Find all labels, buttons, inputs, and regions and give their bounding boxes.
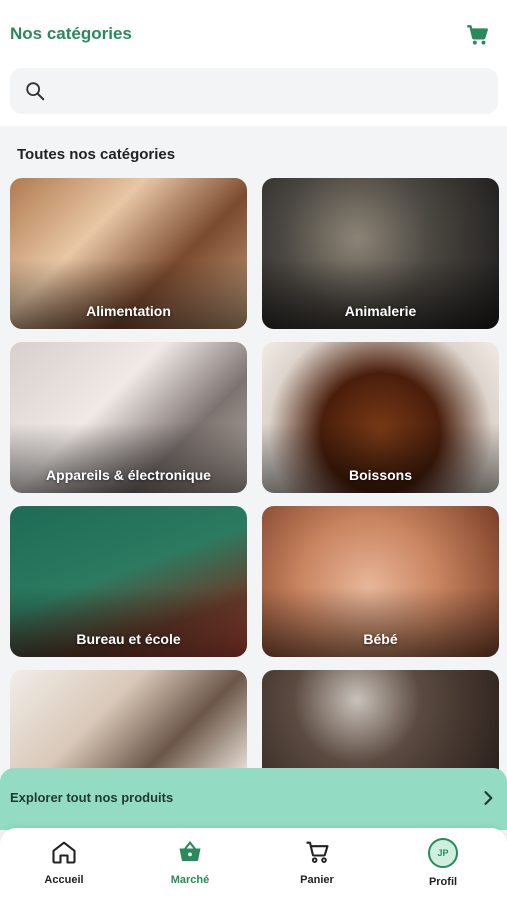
nav-item-accueil[interactable]: Accueil [19,838,109,896]
category-card-bureau-ecole[interactable]: Bureau et école [10,506,247,657]
category-card-bebe[interactable]: Bébé [262,506,499,657]
category-card-appareils-electronique[interactable]: Appareils & électronique [10,342,247,493]
category-card-alimentation[interactable]: Alimentation [10,178,247,329]
category-card-animalerie[interactable]: Animalerie [262,178,499,329]
nav-label: Panier [300,874,334,886]
cart-icon[interactable] [464,22,490,48]
category-label: Bureau et école [76,631,181,647]
explore-label: Explorer tout nos produits [10,790,174,805]
cart-icon [306,841,329,863]
search-bar[interactable] [10,68,498,114]
nav-label: Marché [170,874,210,886]
basket-icon [179,840,201,862]
avatar: JP [428,838,458,868]
nav-item-panier[interactable]: Panier [272,838,362,896]
category-label: Appareils & électronique [46,467,211,483]
category-label: Alimentation [86,303,171,319]
nav-item-profil[interactable]: JP Profil [398,838,488,896]
category-label: Bébé [363,631,398,647]
category-card-partial-left[interactable] [10,670,247,770]
category-label: Boissons [348,467,412,483]
page-title: Nos catégories [10,24,132,43]
nav-item-marche[interactable]: Marché [145,838,235,896]
section-title: Toutes nos catégories [17,146,176,163]
category-card-boissons[interactable]: Boissons [262,342,499,493]
explore-all-products-bar[interactable]: Explorer tout nos produits [0,768,507,830]
search-icon [26,82,45,101]
nav-label: Profil [428,876,458,888]
home-icon [52,841,76,864]
bottom-navigation: Accueil Marché Panier JP Profil [0,828,507,900]
nav-label: Accueil [44,874,84,886]
category-card-partial-right[interactable] [262,670,499,770]
chevron-right-icon [484,791,493,805]
header: Nos catégories [0,0,507,126]
search-input[interactable] [56,76,486,106]
category-label: Animalerie [344,303,417,319]
